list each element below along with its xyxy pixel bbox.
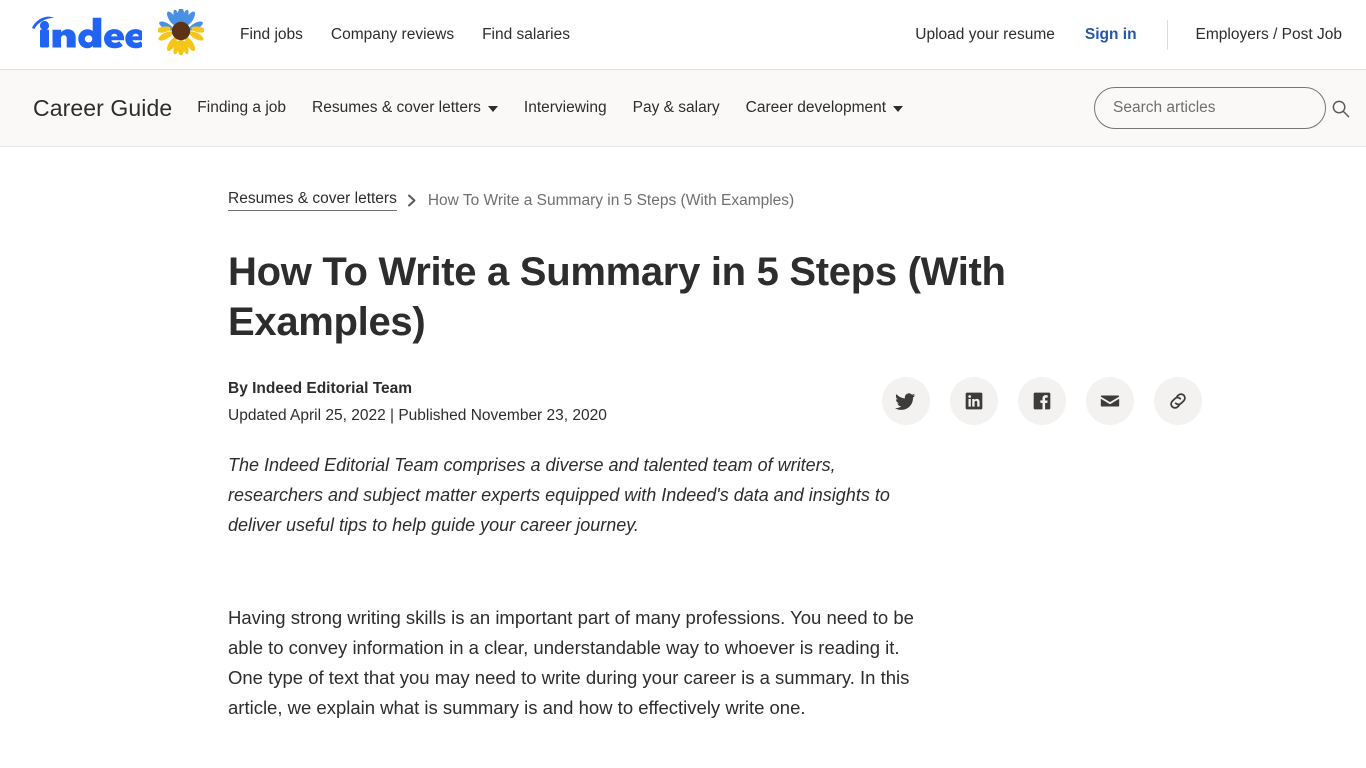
share-buttons [881, 377, 1202, 425]
article-first-paragraph: Having strong writing skills is an impor… [228, 607, 914, 718]
primary-nav: Find jobs Company reviews Find salaries [240, 26, 570, 44]
byline: By Indeed Editorial Team [228, 380, 413, 397]
editorial-team-note: The Indeed Editorial Team comprises a di… [228, 455, 890, 535]
article-meta: By Indeed Editorial Team Updated April 2… [228, 377, 1366, 428]
subnav-label: Finding a job [197, 99, 287, 116]
breadcrumb-current: How To Write a Summary in 5 Steps (With … [427, 191, 795, 209]
link-icon [1167, 390, 1189, 412]
page-title: How To Write a Summary in 5 Steps (With … [228, 250, 1006, 344]
nav-find-jobs[interactable]: Find jobs [240, 26, 303, 44]
share-facebook-button[interactable] [1017, 377, 1066, 425]
career-guide-nav: Finding a job Resumes & cover letters In… [197, 99, 904, 117]
search-area [1094, 87, 1350, 129]
nav-divider [1166, 19, 1168, 50]
subnav-label: Resumes & cover letters [312, 99, 481, 116]
subnav-item-finding-a-job[interactable]: Finding a job [197, 99, 286, 117]
chevron-right-icon [407, 194, 418, 207]
account-nav: Upload your resume Sign in Employers / P… [885, 19, 1342, 50]
subnav-item-interviewing[interactable]: Interviewing [524, 99, 607, 117]
search-input[interactable] [1094, 87, 1326, 129]
subnav-label: Career development [745, 99, 887, 116]
share-linkedin-button[interactable] [949, 377, 998, 425]
indeed-logo-icon[interactable] [30, 15, 146, 54]
share-email-button[interactable] [1085, 377, 1134, 425]
brand-area[interactable] [30, 7, 206, 60]
share-copy-link-button[interactable] [1153, 377, 1202, 425]
nav-company-reviews[interactable]: Company reviews [331, 26, 454, 44]
breadcrumb-parent-link[interactable]: Resumes & cover letters [228, 190, 397, 211]
chevron-down-icon [487, 106, 498, 112]
article-page: Resumes & cover letters How To Write a S… [0, 147, 1366, 723]
subnav-item-career-development[interactable]: Career development [745, 99, 904, 117]
career-guide-subnav: Career Guide Finding a job Resumes & cov… [0, 70, 1366, 147]
subnav-item-pay-salary[interactable]: Pay & salary [633, 99, 720, 117]
subnav-label: Interviewing [523, 99, 607, 116]
employers-post-job-link[interactable]: Employers / Post Job [1196, 26, 1342, 44]
chevron-down-icon [893, 106, 904, 112]
search-icon[interactable] [1331, 99, 1350, 118]
subnav-label: Pay & salary [632, 99, 720, 116]
sunflower-icon [156, 7, 206, 60]
upload-resume-link[interactable]: Upload your resume [915, 26, 1055, 44]
author-block: By Indeed Editorial Team Updated April 2… [228, 377, 607, 428]
facebook-icon [1032, 391, 1052, 411]
subnav-item-resumes-cover-letters[interactable]: Resumes & cover letters [312, 99, 498, 117]
breadcrumb: Resumes & cover letters How To Write a S… [228, 190, 1366, 211]
nav-find-salaries[interactable]: Find salaries [482, 26, 570, 44]
email-icon [1099, 390, 1121, 412]
global-header: Find jobs Company reviews Find salaries … [0, 0, 1366, 70]
sign-in-link[interactable]: Sign in [1085, 26, 1137, 44]
twitter-icon [895, 391, 916, 412]
linkedin-icon [964, 391, 984, 411]
career-guide-title[interactable]: Career Guide [33, 95, 172, 122]
share-twitter-button[interactable] [881, 377, 930, 425]
publish-dates: Updated April 25, 2022 | Published Novem… [228, 407, 607, 424]
